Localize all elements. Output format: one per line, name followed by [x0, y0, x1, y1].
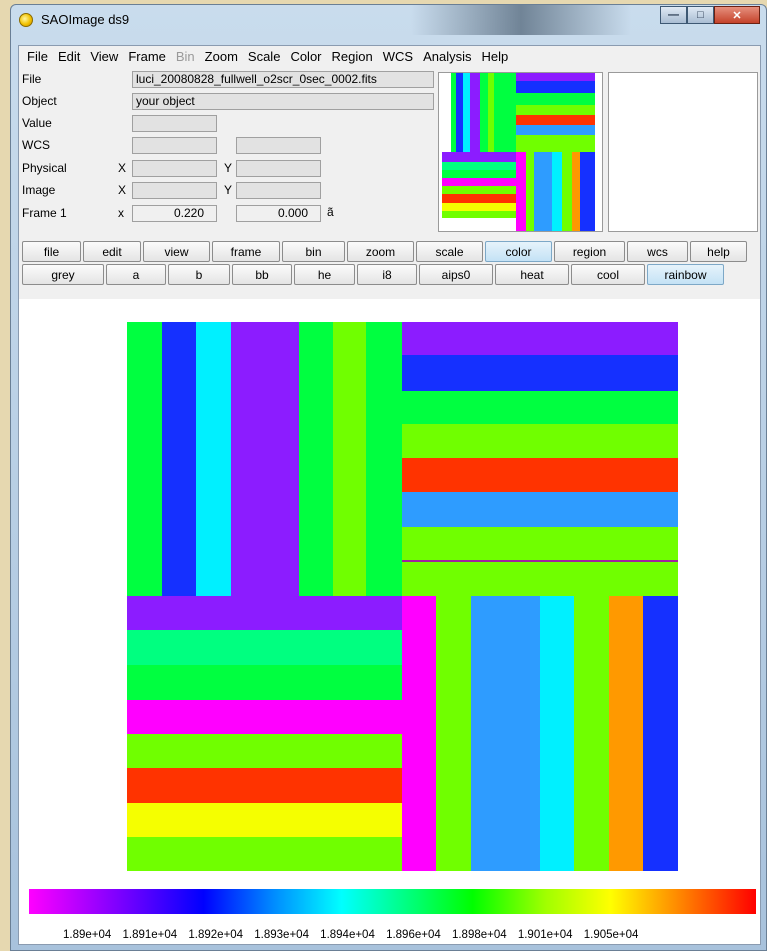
menu-region[interactable]: Region: [327, 49, 378, 64]
frame-label: Frame 1: [22, 206, 67, 220]
panner-image: [442, 73, 595, 231]
menu-file[interactable]: File: [22, 49, 53, 64]
image-y-label: Y: [224, 183, 233, 197]
image-x-label: X: [118, 183, 127, 197]
colormap-heat-button[interactable]: heat: [495, 264, 569, 285]
app-window: SAOImage ds9 — □ ✕ File Edit View Frame …: [10, 4, 767, 951]
colormap-grey-button[interactable]: grey: [22, 264, 104, 285]
image-label: Image: [22, 183, 56, 197]
angle-symbol: ã: [327, 205, 334, 219]
file-name-field: luci_20080828_fullwell_o2scr_0sec_0002.f…: [132, 71, 434, 88]
value-field: [132, 115, 217, 132]
image-y-field: [236, 182, 321, 199]
menu-bin[interactable]: Bin: [171, 49, 200, 64]
window-controls: — □ ✕: [660, 6, 760, 24]
wcs-label: WCS: [22, 138, 50, 152]
close-button[interactable]: ✕: [714, 6, 760, 24]
help-button[interactable]: help: [690, 241, 747, 262]
colorbar-tick: 1.89e+04: [63, 929, 112, 941]
object-field: your object: [132, 93, 434, 110]
main-button-bar: file edit view frame bin zoom scale colo…: [19, 241, 747, 262]
maximize-button[interactable]: □: [687, 6, 714, 24]
colorbar-tick: 1.891e+04: [122, 929, 178, 941]
view-button[interactable]: view: [143, 241, 210, 262]
menu-wcs[interactable]: WCS: [378, 49, 418, 64]
menu-analysis[interactable]: Analysis: [418, 49, 476, 64]
wcs-y-field: [236, 137, 321, 154]
magnifier-panel: [608, 72, 758, 232]
image-canvas[interactable]: [19, 299, 760, 881]
info-panel: File luci_20080828_fullwell_o2scr_0sec_0…: [19, 68, 760, 238]
edit-button[interactable]: edit: [83, 241, 141, 262]
colorbar-tick: 1.896e+04: [386, 929, 441, 941]
image-x-field: [132, 182, 217, 199]
window-title: SAOImage ds9: [41, 12, 130, 27]
physical-y-field: [236, 160, 321, 177]
colorbar[interactable]: [29, 889, 756, 914]
colorbar-tick: 1.905e+04: [583, 929, 639, 941]
title-bar[interactable]: SAOImage ds9 — □ ✕: [11, 5, 766, 35]
colormap-he-button[interactable]: he: [294, 264, 355, 285]
menu-edit[interactable]: Edit: [53, 49, 85, 64]
file-button[interactable]: file: [22, 241, 81, 262]
colorbar-tick: 1.892e+04: [188, 929, 244, 941]
colormap-i8-button[interactable]: i8: [357, 264, 417, 285]
bin-button[interactable]: bin: [282, 241, 345, 262]
zoom-button[interactable]: zoom: [347, 241, 414, 262]
value-label: Value: [22, 116, 52, 130]
menu-color[interactable]: Color: [285, 49, 326, 64]
fits-image[interactable]: [127, 322, 678, 871]
colorbar-tick: 1.893e+04: [254, 929, 309, 941]
color-button-bar: grey a b bb he i8 aips0 heat cool rainbo…: [19, 264, 724, 285]
physical-y-label: Y: [224, 161, 233, 175]
menu-scale[interactable]: Scale: [243, 49, 286, 64]
colormap-bb-button[interactable]: bb: [232, 264, 292, 285]
menu-bar: File Edit View Frame Bin Zoom Scale Colo…: [19, 46, 760, 66]
colorbar-panel: 1.89e+04 1.891e+04 1.892e+04 1.893e+04 1…: [19, 881, 760, 944]
file-label: File: [22, 72, 42, 86]
panner-thumbnail[interactable]: [438, 72, 603, 232]
frame-button[interactable]: frame: [212, 241, 280, 262]
colorbar-tick-labels: 1.89e+04 1.891e+04 1.892e+04 1.893e+04 1…: [63, 929, 646, 941]
colorbar-tick: 1.894e+04: [320, 929, 375, 941]
client-area: File Edit View Frame Bin Zoom Scale Colo…: [18, 45, 761, 945]
wcs-x-field: [132, 137, 217, 154]
region-button[interactable]: region: [554, 241, 625, 262]
color-button[interactable]: color: [485, 241, 552, 262]
wcs-button[interactable]: wcs: [627, 241, 688, 262]
ds9-app-icon: [19, 13, 33, 27]
frame-angle-field: 0.000: [236, 205, 321, 222]
colormap-cool-button[interactable]: cool: [571, 264, 645, 285]
colormap-a-button[interactable]: a: [106, 264, 166, 285]
menu-frame[interactable]: Frame: [123, 49, 171, 64]
frame-x-label: x: [118, 206, 124, 220]
menu-zoom[interactable]: Zoom: [200, 49, 243, 64]
menu-view[interactable]: View: [85, 49, 123, 64]
menu-help[interactable]: Help: [476, 49, 513, 64]
physical-x-label: X: [118, 161, 127, 175]
colorbar-tick: 1.898e+04: [451, 929, 507, 941]
minimize-button[interactable]: —: [660, 6, 687, 24]
colormap-aips0-button[interactable]: aips0: [419, 264, 493, 285]
colormap-b-button[interactable]: b: [168, 264, 230, 285]
object-label: Object: [22, 94, 57, 108]
colorbar-tick: 1.901e+04: [517, 929, 573, 941]
physical-x-field: [132, 160, 217, 177]
frame-x-field: 0.220: [132, 205, 217, 222]
scale-button[interactable]: scale: [416, 241, 483, 262]
physical-label: Physical: [22, 161, 67, 175]
titlebar-glow: [411, 5, 631, 35]
colormap-rainbow-button[interactable]: rainbow: [647, 264, 724, 285]
